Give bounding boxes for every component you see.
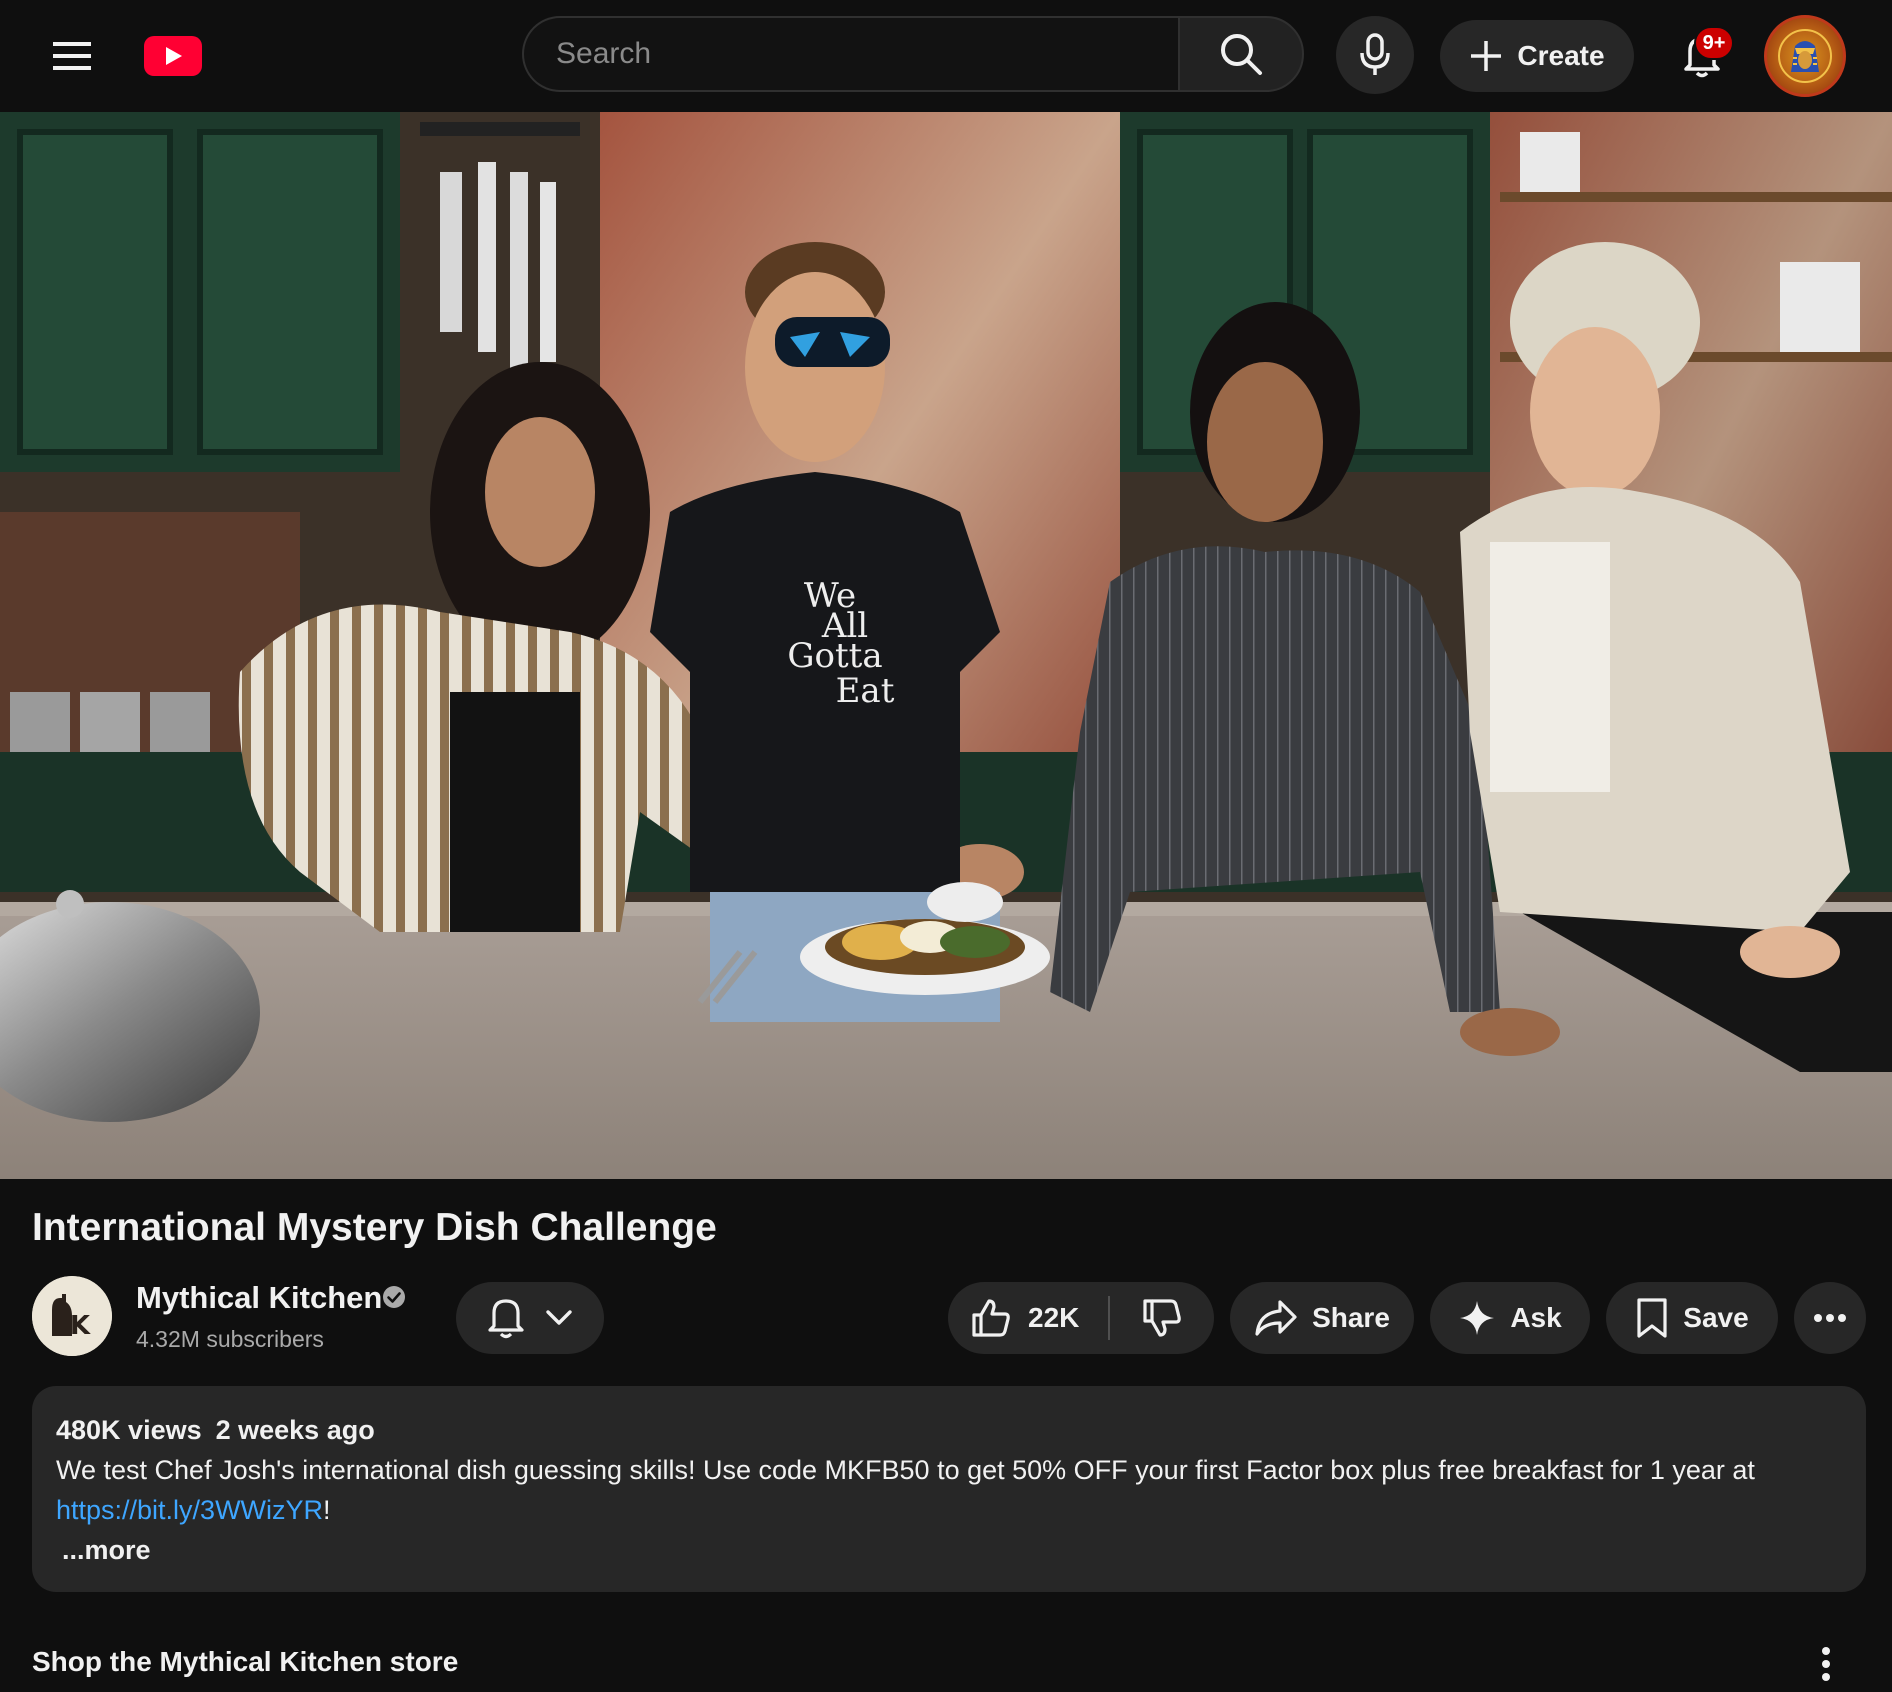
like-count: 22K — [1028, 1302, 1080, 1333]
search-bar — [522, 16, 1304, 96]
description-link[interactable]: https://bit.ly/3WWizYR — [56, 1495, 323, 1525]
account-avatar[interactable] — [1764, 15, 1846, 97]
channel-avatar[interactable]: K — [32, 1276, 112, 1356]
description-link-suffix: ! — [323, 1495, 331, 1525]
view-count: 480K views — [56, 1415, 202, 1445]
search-icon — [1221, 34, 1262, 75]
video-frame: We All Gotta Eat — [0, 112, 1892, 1179]
notification-count-badge: 9+ — [1694, 26, 1734, 60]
bell-icon — [488, 1299, 524, 1339]
thumbs-down-icon — [1143, 1299, 1181, 1337]
ask-label: Ask — [1510, 1302, 1562, 1333]
shop-options-button[interactable] — [1806, 1640, 1846, 1688]
top-bar: Create 9+ — [0, 0, 1892, 112]
show-more-link[interactable]: ...more — [62, 1530, 1842, 1570]
share-label: Share — [1312, 1302, 1390, 1333]
shop-section-title: Shop the Mythical Kitchen store — [32, 1646, 459, 1677]
save-button[interactable]: Save — [1606, 1282, 1778, 1354]
voice-search-button[interactable] — [1336, 16, 1414, 94]
video-title: International Mystery Dish Challenge — [32, 1206, 717, 1249]
more-vertical-icon — [1822, 1647, 1830, 1681]
verified-badge-icon — [383, 1286, 405, 1308]
youtube-logo[interactable] — [144, 36, 202, 76]
subscription-notifications-button[interactable] — [456, 1282, 604, 1354]
menu-button[interactable] — [44, 30, 100, 82]
create-button[interactable]: Create — [1440, 20, 1634, 92]
description-box[interactable]: 480K views 2 weeks ago We test Chef Josh'… — [32, 1386, 1866, 1592]
plus-icon — [1471, 41, 1502, 71]
ask-button[interactable]: Ask — [1430, 1282, 1590, 1354]
description-meta: 480K views 2 weeks ago — [56, 1410, 1842, 1450]
more-actions-button[interactable] — [1794, 1282, 1866, 1354]
share-button[interactable]: Share — [1230, 1282, 1414, 1354]
channel-name[interactable]: Mythical Kitchen — [136, 1280, 382, 1316]
search-input[interactable] — [522, 16, 1178, 92]
share-arrow-icon — [1255, 1300, 1297, 1336]
shirt-text-line-4: Eat — [836, 671, 895, 711]
more-horizontal-icon — [1814, 1314, 1846, 1322]
video-player[interactable]: We All Gotta Eat — [0, 112, 1892, 1179]
sparkle-icon — [1460, 1301, 1495, 1335]
hamburger-menu-icon — [53, 42, 91, 70]
subscriber-count: 4.32M subscribers — [136, 1326, 324, 1352]
like-dislike-group: 22K — [948, 1282, 1214, 1354]
svg-text:K: K — [70, 1311, 91, 1341]
upload-date: 2 weeks ago — [215, 1415, 375, 1445]
thumbs-up-icon — [972, 1299, 1010, 1337]
like-button[interactable]: 22K — [948, 1282, 1108, 1354]
create-label: Create — [1517, 40, 1605, 71]
chevron-down-icon — [546, 1310, 572, 1325]
shirt-text-line-3: Gotta — [787, 636, 882, 676]
pharaoh-avatar-icon — [1778, 29, 1832, 83]
description-text: We test Chef Josh's international dish g… — [56, 1450, 1842, 1530]
youtube-logo-icon — [166, 47, 182, 65]
dislike-button[interactable] — [1110, 1282, 1214, 1354]
bookmark-icon — [1637, 1298, 1667, 1338]
mythical-kitchen-logo-icon: K — [32, 1276, 112, 1356]
description-body: We test Chef Josh's international dish g… — [56, 1455, 1755, 1485]
microphone-icon — [1360, 33, 1390, 75]
search-button[interactable] — [1178, 16, 1304, 92]
save-label: Save — [1683, 1302, 1749, 1333]
